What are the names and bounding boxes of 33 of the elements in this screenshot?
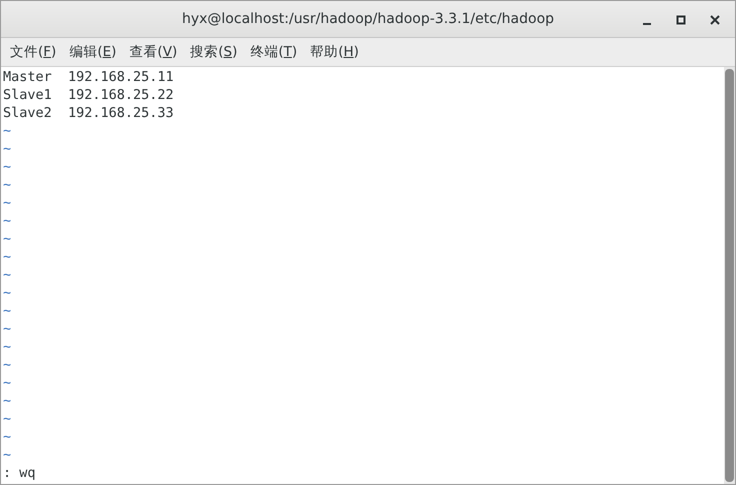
menu-item[interactable]: 搜索(S)	[190, 43, 238, 62]
minimize-icon	[643, 23, 651, 25]
empty-line-marker: ~	[3, 231, 12, 247]
empty-line-marker: ~	[3, 447, 12, 463]
menu-item[interactable]: 终端(T)	[250, 43, 298, 62]
close-icon	[710, 15, 720, 25]
empty-line-marker: ~	[3, 141, 12, 157]
command-line: : wq	[3, 465, 36, 481]
empty-line-marker: ~	[3, 375, 12, 391]
text-line: Slave1 192.168.25.22	[3, 87, 174, 103]
empty-line-marker: ~	[3, 321, 12, 337]
empty-line-marker: ~	[3, 159, 12, 175]
empty-line-marker: ~	[3, 339, 12, 355]
empty-line-marker: ~	[3, 213, 12, 229]
empty-line-marker: ~	[3, 393, 12, 409]
empty-line-marker: ~	[3, 123, 12, 139]
empty-line-marker: ~	[3, 357, 12, 373]
empty-line-marker: ~	[3, 303, 12, 319]
empty-line-marker: ~	[3, 411, 12, 427]
menu-item[interactable]: 查看(V)	[129, 43, 178, 62]
menu-item[interactable]: 文件(F)	[10, 43, 56, 62]
empty-line-marker: ~	[3, 177, 12, 193]
menu-item[interactable]: 帮助(H)	[310, 43, 359, 62]
empty-line-marker: ~	[3, 249, 12, 265]
menu-item[interactable]: 编辑(E)	[69, 43, 116, 62]
text-line: Slave2 192.168.25.33	[3, 105, 174, 121]
empty-line-marker: ~	[3, 429, 12, 445]
empty-line-marker: ~	[3, 285, 12, 301]
empty-line-marker: ~	[3, 195, 12, 211]
window-title: hyx@localhost:/usr/hadoop/hadoop-3.3.1/etc/hadoop	[182, 11, 554, 28]
empty-line-marker: ~	[3, 267, 12, 283]
maximize-icon	[676, 15, 686, 25]
text-line: Master 192.168.25.11	[3, 69, 174, 85]
